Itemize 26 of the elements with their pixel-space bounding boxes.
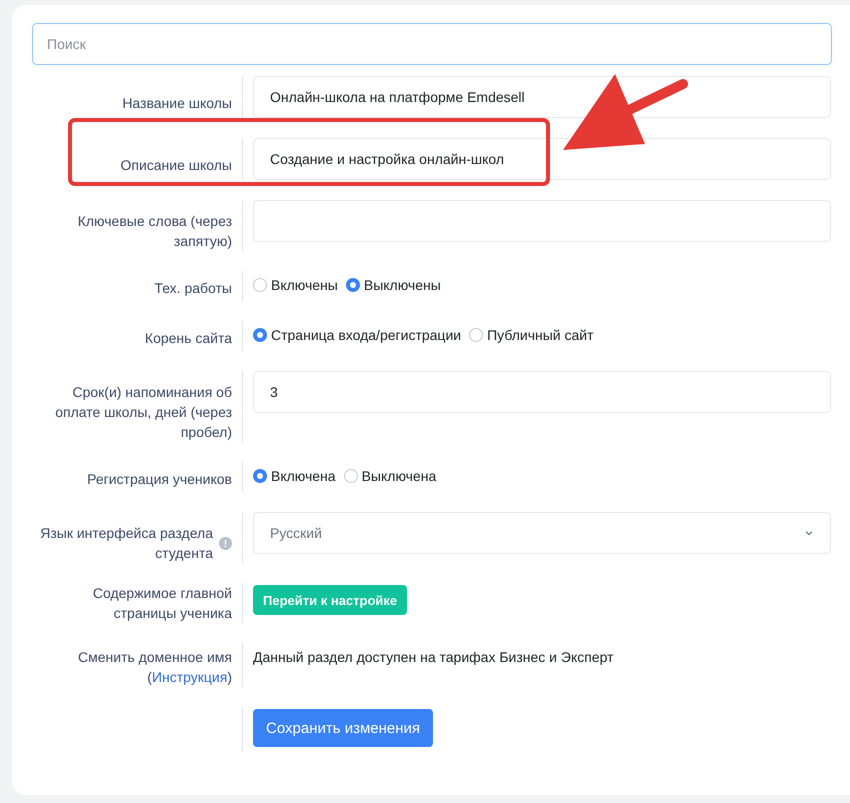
text-field[interactable] [253, 200, 831, 242]
search-field[interactable]: Поиск [32, 23, 832, 65]
language-dropdown[interactable]: Русский [253, 512, 831, 554]
field-label: Название школы [122, 94, 232, 112]
text-field[interactable]: Онлайн-школа на платформе Emdesell [253, 76, 831, 118]
field-label: Ключевые слова (через запятую) [76, 212, 232, 251]
radio-option[interactable]: Выключены [346, 277, 441, 293]
field-label: Язык интерфейса раздела студента [39, 524, 213, 563]
radio-option[interactable]: Включены [253, 277, 338, 293]
radio-option[interactable]: Публичный сайт [469, 327, 594, 343]
field-label: Регистрация учеников [87, 470, 232, 489]
radio-option[interactable]: Включена [253, 468, 336, 484]
note-text: Данный раздел доступен на тарифах Бизнес и Эксперт [253, 648, 614, 665]
field-label: Содержимое главной страницы ученика [92, 584, 232, 623]
text-field[interactable]: Создание и настройка онлайн-школ [253, 138, 831, 180]
field-label: Срок(и) напоминания об оплате школы, дней (через пробел) [54, 383, 232, 442]
radio-option[interactable]: Выключена [344, 468, 436, 484]
radio-option[interactable]: Страница входа/регистрации [253, 327, 462, 343]
instruction-link[interactable]: Инструкция [152, 669, 228, 685]
field-label: Тех. работы [154, 279, 232, 298]
text-field[interactable]: 3 [253, 371, 831, 413]
field-label: Корень сайта [144, 329, 232, 348]
chevron-down-icon [804, 528, 814, 538]
field-label: Сменить доменное имя (Инструкция) [77, 648, 232, 687]
field-label: Описание школы [120, 156, 232, 174]
save-button[interactable]: Сохранить изменения [253, 709, 434, 747]
